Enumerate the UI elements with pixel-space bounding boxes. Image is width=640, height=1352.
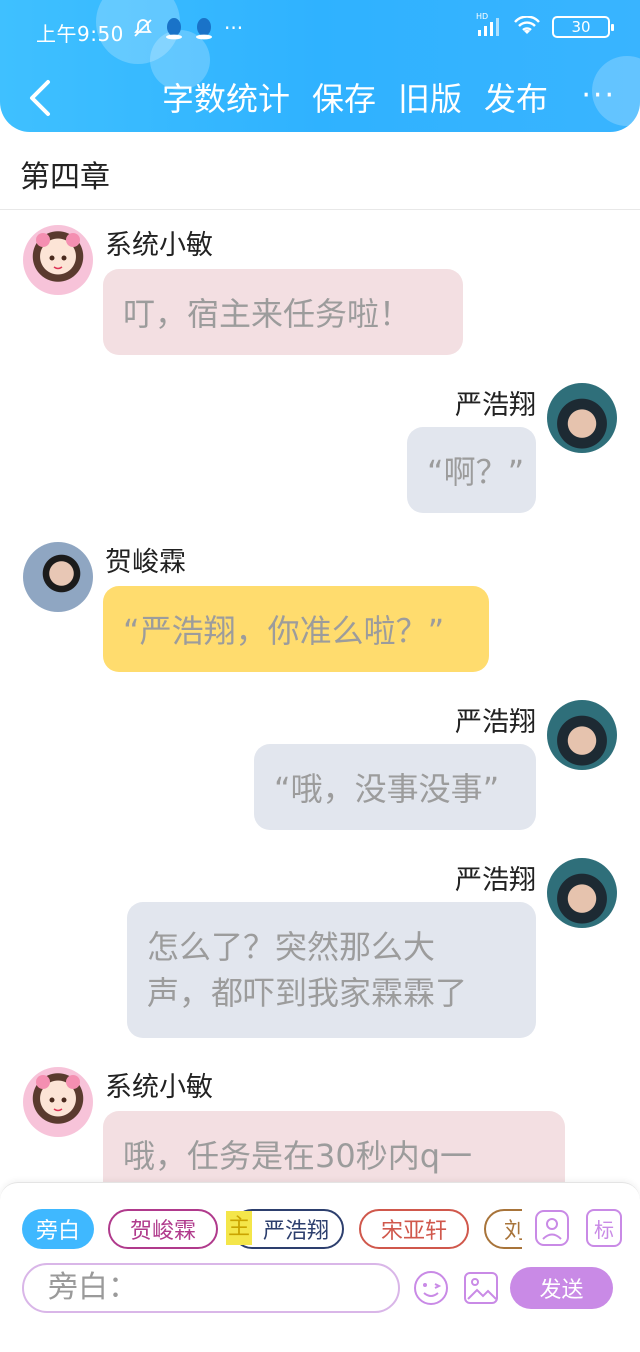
- chat-message[interactable]: 系统小敏 哦，任务是在30秒内q一: [0, 1053, 640, 1183]
- qq-icon: [196, 18, 212, 40]
- avatar-anime-girl[interactable]: [23, 225, 93, 295]
- app-header: 上午9:50 ··· HD 30 字数统计 保存 旧版 发布 ···: [0, 0, 640, 132]
- status-bar: 上午9:50 ··· HD 30: [0, 0, 640, 62]
- message-text: “哦，没事没事”: [274, 770, 500, 808]
- word-count-button[interactable]: 字数统计: [162, 74, 290, 120]
- chat-message[interactable]: 严浩翔 “啊？”: [0, 383, 640, 523]
- sender-name: 贺峻霖: [105, 547, 186, 578]
- message-text: “啊？”: [427, 453, 525, 491]
- message-text-line: 怎么了？突然那么大: [147, 928, 436, 966]
- message-bubble[interactable]: 怎么了？突然那么大 声，都吓到我家霖霖了: [127, 902, 536, 1038]
- qq-icon: [166, 18, 182, 40]
- wifi-icon: [514, 16, 540, 34]
- role-chip[interactable]: 刘: [484, 1209, 522, 1249]
- message-bubble[interactable]: 哦，任务是在30秒内q一: [103, 1111, 565, 1183]
- top-nav: 字数统计 保存 旧版 发布 ···: [0, 70, 640, 130]
- chat-message[interactable]: 严浩翔 怎么了？突然那么大 声，都吓到我家霖霖了: [0, 858, 640, 1048]
- sender-name: 严浩翔: [455, 865, 536, 896]
- chat-message[interactable]: 严浩翔 “哦，没事没事”: [0, 700, 640, 840]
- image-icon[interactable]: [462, 1269, 500, 1307]
- hd-label: HD: [476, 12, 489, 21]
- status-more-icon: ···: [224, 16, 244, 40]
- chat-message[interactable]: 贺峻霖 “严浩翔，你准么啦？”: [0, 528, 640, 678]
- role-chip[interactable]: 宋亚轩: [359, 1209, 469, 1249]
- status-time: 上午9:50: [36, 22, 124, 46]
- more-options-icon[interactable]: ···: [581, 78, 616, 113]
- input-placeholder: 旁白：: [48, 1270, 138, 1305]
- sender-name: 系统小敏: [105, 230, 213, 261]
- role-chip[interactable]: 贺峻霖: [108, 1209, 218, 1249]
- avatar-male[interactable]: [547, 858, 617, 928]
- add-role-icon[interactable]: [534, 1209, 570, 1247]
- old-version-button[interactable]: 旧版: [398, 74, 462, 120]
- sender-name: 严浩翔: [455, 390, 536, 421]
- battery-indicator: 30: [552, 16, 614, 38]
- message-bubble[interactable]: 叮，宿主来任务啦！: [103, 269, 463, 355]
- chat-area[interactable]: 系统小敏 叮，宿主来任务啦！ 严浩翔 “啊？” 贺峻霖 “严浩翔，你准么啦？” …: [0, 211, 640, 1183]
- message-text: “严浩翔，你准么啦？”: [123, 612, 445, 650]
- publish-button[interactable]: 发布: [484, 74, 548, 120]
- message-bubble[interactable]: “哦，没事没事”: [254, 744, 536, 830]
- back-arrow-icon[interactable]: [22, 76, 62, 120]
- avatar-anime-girl[interactable]: [23, 1067, 93, 1137]
- main-role-tag: 主: [226, 1211, 252, 1245]
- role-chip-narrator[interactable]: 旁白: [22, 1209, 94, 1249]
- send-button[interactable]: 发送: [510, 1267, 613, 1309]
- signal-icon: HD: [476, 12, 502, 38]
- emoji-icon[interactable]: [412, 1269, 450, 1307]
- chat-message[interactable]: 系统小敏 叮，宿主来任务啦！: [0, 211, 640, 361]
- tag-button[interactable]: 标: [586, 1209, 622, 1247]
- save-button[interactable]: 保存: [312, 74, 376, 120]
- avatar-male[interactable]: [547, 383, 617, 453]
- mute-bell-icon: [134, 19, 152, 37]
- avatar-male[interactable]: [23, 542, 93, 612]
- message-text-line: 声，都吓到我家霖霖了: [147, 974, 468, 1012]
- chapter-title-bar[interactable]: 第四章: [0, 132, 640, 210]
- role-selector[interactable]: 旁白 贺峻霖 严浩翔 主 宋亚轩 刘: [22, 1209, 522, 1251]
- message-bubble[interactable]: “严浩翔，你准么啦？”: [103, 586, 489, 672]
- composer-panel: 旁白 贺峻霖 严浩翔 主 宋亚轩 刘 标 旁白： 发送: [0, 1182, 640, 1352]
- sender-name: 严浩翔: [455, 707, 536, 738]
- message-text: 叮，宿主来任务啦！: [123, 295, 412, 333]
- message-text: 哦，任务是在30秒内q一: [123, 1137, 473, 1175]
- message-input[interactable]: 旁白：: [22, 1263, 400, 1313]
- avatar-male[interactable]: [547, 700, 617, 770]
- message-bubble[interactable]: “啊？”: [407, 427, 536, 513]
- chapter-title: 第四章: [20, 160, 110, 195]
- sender-name: 系统小敏: [105, 1072, 213, 1103]
